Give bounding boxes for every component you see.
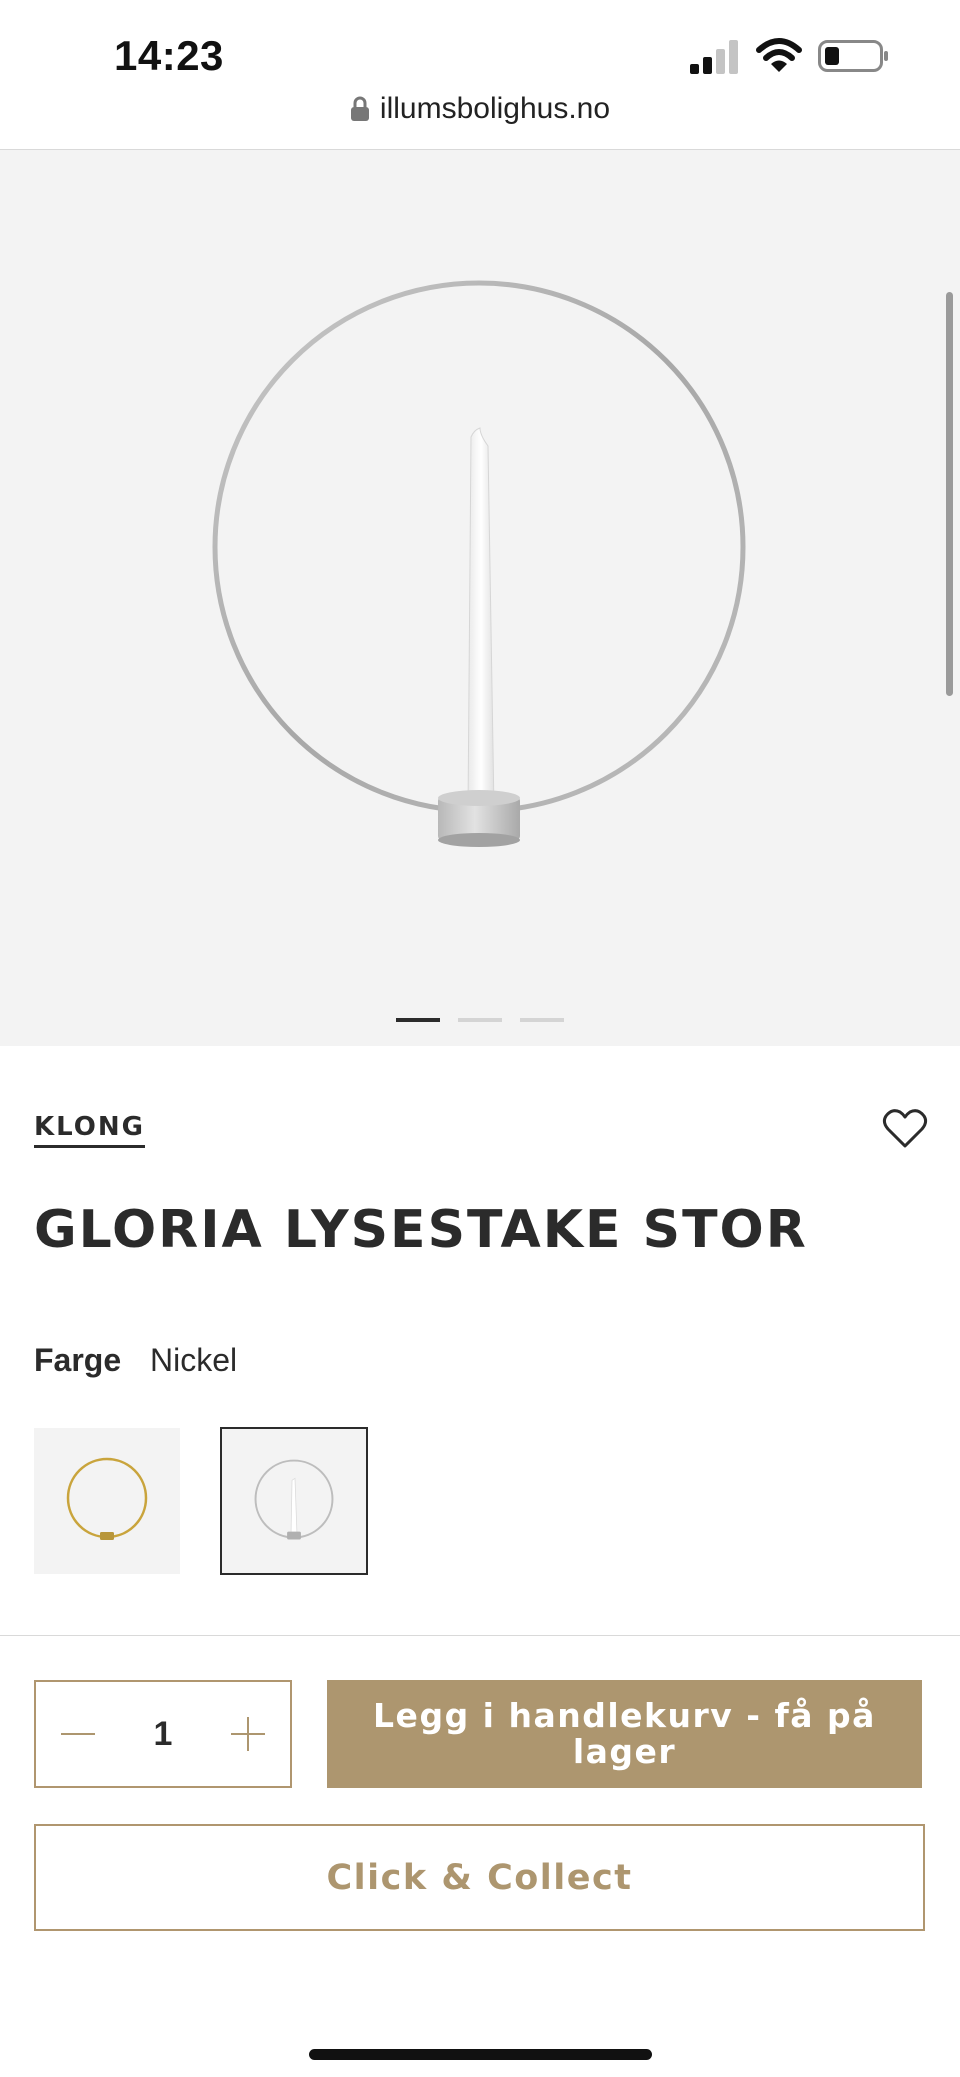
url-text: illumsbolighus.no	[379, 92, 611, 125]
quantity-stepper: 1	[34, 1680, 292, 1788]
gallery-dot[interactable]	[520, 1018, 564, 1022]
product-image-gallery[interactable]	[0, 150, 960, 1046]
color-label: Farge	[34, 1342, 122, 1378]
gallery-dot[interactable]	[396, 1018, 440, 1022]
gold-candleholder-thumbnail	[66, 1457, 148, 1540]
decrease-quantity-button[interactable]	[58, 1714, 98, 1754]
address-bar[interactable]: illumsbolighus.no	[0, 92, 960, 148]
product-title: GLORIA LYSESTAKE STOR	[34, 1200, 808, 1260]
wifi-icon	[756, 38, 802, 72]
minus-icon	[61, 1733, 95, 1735]
status-time: 14:23	[114, 32, 224, 79]
signal-icon	[690, 40, 738, 74]
heart-icon[interactable]	[882, 1108, 928, 1150]
nickel-candleholder-thumbnail	[254, 1459, 334, 1540]
add-to-cart-button[interactable]: Legg i handlekurv - få på lager	[327, 1680, 922, 1788]
variant-swatch-nickel[interactable]	[220, 1427, 368, 1575]
gallery-scrollbar[interactable]	[946, 292, 953, 696]
plus-icon	[230, 1717, 265, 1751]
brand-link[interactable]: KLONG	[34, 1112, 145, 1148]
variant-swatch-gold[interactable]	[34, 1428, 180, 1574]
color-value: Nickel	[150, 1342, 238, 1378]
lock-icon	[350, 96, 369, 121]
section-divider	[0, 1635, 960, 1636]
increase-quantity-button[interactable]	[228, 1714, 268, 1754]
status-bar: 14:23	[0, 0, 960, 100]
home-indicator[interactable]	[309, 2049, 652, 2060]
click-and-collect-button[interactable]: Click & Collect	[34, 1824, 925, 1931]
gallery-pagination[interactable]	[0, 1018, 960, 1024]
battery-icon	[818, 40, 888, 72]
quantity-value[interactable]: 1	[154, 1715, 173, 1754]
product-image	[212, 280, 746, 847]
color-selector-label: Farge Nickel	[34, 1342, 237, 1379]
gallery-dot[interactable]	[458, 1018, 502, 1022]
